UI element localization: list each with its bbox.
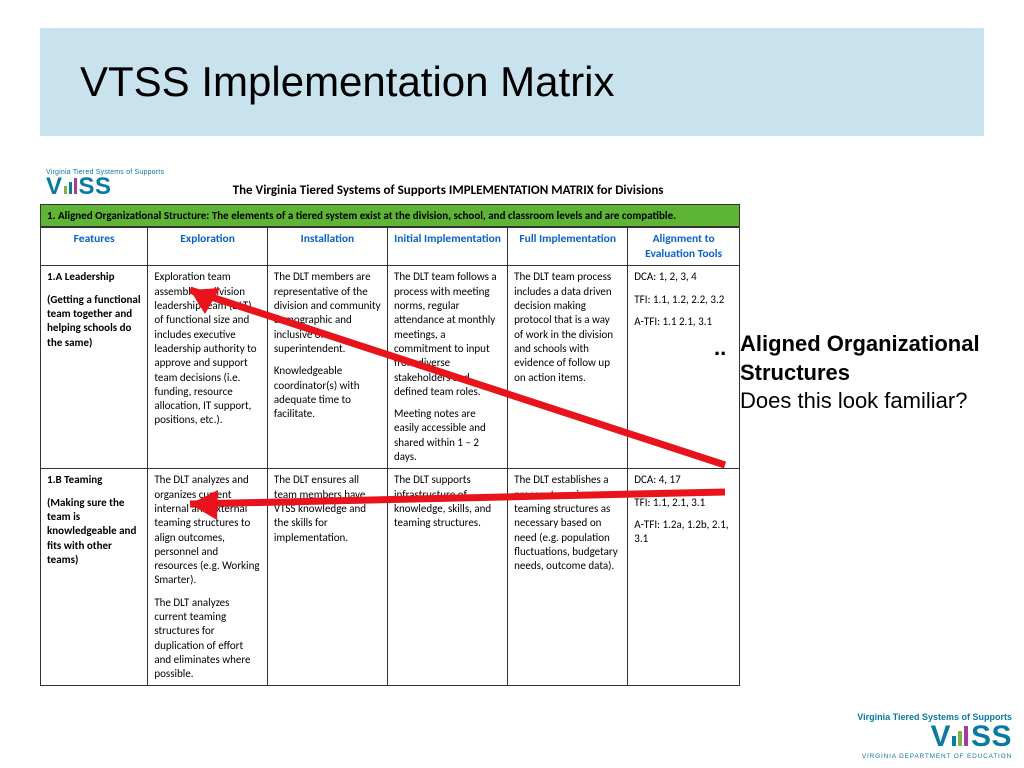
- feature-sub: (Making sure the team is knowledgeable a…: [47, 496, 141, 567]
- footer-logo-text: VSS: [857, 722, 1012, 752]
- cell-full: The DLT establishes a process to revise …: [508, 469, 628, 686]
- vtss-logo-small: Virginia Tiered Systems of Supports VSS: [46, 169, 164, 198]
- feature-sub: (Getting a functional team together and …: [47, 293, 141, 350]
- footer-subline: VIRGINIA DEPARTMENT OF EDUCATION: [857, 753, 1012, 760]
- feature-cell: 1.B Teaming (Making sure the team is kno…: [41, 469, 148, 686]
- slide-title: VTSS Implementation Matrix: [80, 58, 944, 106]
- table-row: 1.B Teaming (Making sure the team is kno…: [41, 469, 740, 686]
- col-initial: Initial Implementation: [387, 227, 507, 266]
- cell-exploration: The DLT analyzes and organizes current i…: [148, 469, 268, 686]
- table-row: 1.A Leadership (Getting a functional tea…: [41, 266, 740, 469]
- ellipsis-icon: ..: [714, 334, 726, 363]
- logo-text: VSS: [46, 176, 164, 198]
- cell-initial: The DLT supports infrastructure of knowl…: [387, 469, 507, 686]
- callout-heading: Aligned Organizational Structures: [740, 331, 980, 385]
- col-full: Full Implementation: [508, 227, 628, 266]
- callout-body: Does this look familiar?: [740, 388, 967, 413]
- cell-initial: The DLT team follows a process with meet…: [387, 266, 507, 469]
- feature-cell: 1.A Leadership (Getting a functional tea…: [41, 266, 148, 469]
- cell-installation: The DLT members are representative of th…: [267, 266, 387, 469]
- table-header-row: Features Exploration Installation Initia…: [41, 227, 740, 266]
- col-installation: Installation: [267, 227, 387, 266]
- col-exploration: Exploration: [148, 227, 268, 266]
- section-heading: 1. Aligned Organizational Structure: The…: [40, 204, 740, 227]
- callout-text: .. Aligned Organizational Structures Doe…: [740, 330, 1020, 416]
- cell-installation: The DLT ensures all team members have VT…: [267, 469, 387, 686]
- cell-alignment: DCA: 4, 17 TFI: 1.1, 2.1, 3.1 A-TFI: 1.2…: [628, 469, 740, 686]
- col-features: Features: [41, 227, 148, 266]
- document-header: Virginia Tiered Systems of Supports VSS …: [40, 165, 740, 204]
- cell-alignment: DCA: 1, 2, 3, 4 TFI: 1.1, 1.2, 2.2, 3.2 …: [628, 266, 740, 469]
- footer-logo: Virginia Tiered Systems of Supports VSS …: [857, 712, 1012, 761]
- title-band: VTSS Implementation Matrix: [40, 28, 984, 136]
- implementation-matrix-table: Features Exploration Installation Initia…: [40, 227, 740, 687]
- logo-bars-icon: [952, 722, 970, 746]
- cell-full: The DLT team process includes a data dri…: [508, 266, 628, 469]
- feature-code: 1.A Leadership: [47, 270, 114, 283]
- cell-exploration: Exploration team assembles a division le…: [148, 266, 268, 469]
- document-panel: Virginia Tiered Systems of Supports VSS …: [40, 165, 740, 686]
- logo-bars-icon: [64, 176, 78, 194]
- col-alignment: Alignment to Evaluation Tools: [628, 227, 740, 266]
- document-title: The Virginia Tiered Systems of Supports …: [182, 183, 734, 198]
- feature-code: 1.B Teaming: [47, 473, 102, 486]
